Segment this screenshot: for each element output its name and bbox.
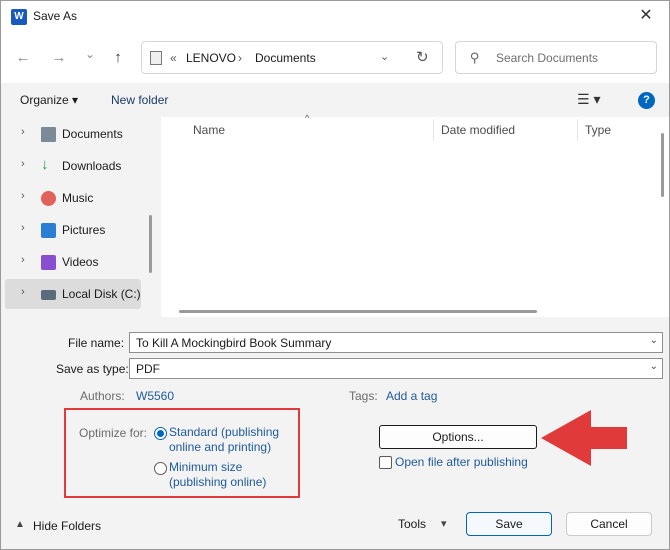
command-toolbar: Organize ▾ New folder ☰ ▾ ? <box>1 83 669 117</box>
save-as-dialog: W Save As ✕ ← → ⌄ ↑ « LENOVO › Documents… <box>0 0 670 550</box>
videos-icon <box>41 255 56 270</box>
file-name-input[interactable]: To Kill A Mockingbird Book Summary ⌄ <box>129 332 663 353</box>
sidebar-item-label: Videos <box>62 255 99 269</box>
help-icon[interactable]: ? <box>638 92 655 109</box>
options-button[interactable]: Options... <box>379 425 537 449</box>
navigation-bar: ← → ⌄ ↑ « LENOVO › Documents ⌄ ↻ ⚲ Searc… <box>1 33 669 83</box>
navigation-pane: › Documents › ↓ Downloads › Music › Pict… <box>1 117 159 317</box>
documents-icon <box>41 127 56 142</box>
view-options-icon[interactable]: ☰ ▾ <box>577 91 600 108</box>
authors-value[interactable]: W5560 <box>136 389 174 403</box>
save-button[interactable]: Save <box>466 512 552 536</box>
search-icon: ⚲ <box>470 50 480 65</box>
sidebar-item-label: Music <box>62 191 94 205</box>
new-folder-button[interactable]: New folder <box>111 93 168 107</box>
music-icon <box>41 191 56 206</box>
sidebar-item-label: Local Disk (C:) <box>62 287 141 301</box>
cancel-button[interactable]: Cancel <box>566 512 652 536</box>
file-list: ^ Name Date modified Type <box>161 113 669 317</box>
sidebar-item-label: Downloads <box>62 159 122 173</box>
address-dropdown-icon[interactable]: ⌄ <box>380 50 389 63</box>
column-divider[interactable] <box>433 119 434 141</box>
save-as-type-label: Save as type: <box>56 362 129 376</box>
folder-icon <box>150 51 162 65</box>
breadcrumb-item-documents[interactable]: Documents <box>255 51 316 65</box>
tools-dropdown-icon[interactable]: ▾ <box>441 517 447 530</box>
organize-button[interactable]: Organize ▾ <box>20 93 78 107</box>
expand-chevron-icon[interactable]: › <box>21 126 25 138</box>
refresh-icon[interactable]: ↻ <box>416 48 429 66</box>
close-button[interactable]: ✕ <box>623 1 669 33</box>
tags-label: Tags: <box>349 389 378 403</box>
sidebar-item-documents[interactable]: › Documents <box>5 119 141 149</box>
downloads-icon: ↓ <box>41 156 49 173</box>
sidebar-item-music[interactable]: › Music <box>5 183 141 213</box>
word-app-icon: W <box>11 9 27 25</box>
forward-arrow-icon[interactable]: → <box>47 47 71 69</box>
hide-folders-button[interactable]: Hide Folders <box>33 519 101 533</box>
sidebar-scrollbar[interactable] <box>149 215 152 273</box>
sidebar-item-pictures[interactable]: › Pictures <box>5 215 141 245</box>
file-name-value: To Kill A Mockingbird Book Summary <box>136 336 332 350</box>
open-after-publishing-checkbox[interactable] <box>379 456 392 469</box>
save-as-type-select[interactable]: PDF ⌄ <box>129 358 663 379</box>
sort-ascending-icon: ^ <box>305 113 310 123</box>
expand-chevron-icon[interactable]: › <box>21 190 25 202</box>
pictures-icon <box>41 223 56 238</box>
expand-chevron-icon[interactable]: › <box>21 254 25 266</box>
optimize-for-label: Optimize for: <box>79 426 148 440</box>
optimize-minimum-radio[interactable] <box>154 462 167 475</box>
column-header-date-modified[interactable]: Date modified <box>441 123 515 137</box>
window-title: Save As <box>33 9 78 23</box>
tools-button[interactable]: Tools <box>398 517 426 531</box>
chevron-down-icon[interactable]: ⌄ <box>650 361 658 372</box>
sidebar-item-label: Pictures <box>62 223 106 237</box>
expand-chevron-icon[interactable]: › <box>21 222 25 234</box>
column-header-name[interactable]: Name <box>193 123 225 137</box>
breadcrumb-separator: › <box>238 51 242 65</box>
open-after-publishing-label[interactable]: Open file after publishing <box>395 455 528 469</box>
file-list-vertical-scrollbar[interactable] <box>661 133 664 197</box>
title-bar: W Save As ✕ <box>1 1 669 33</box>
search-box[interactable]: ⚲ Search Documents <box>455 41 657 74</box>
sidebar-item-videos[interactable]: › Videos <box>5 247 141 277</box>
up-arrow-icon[interactable]: ↑ <box>106 47 130 69</box>
file-name-label: File name: <box>68 336 125 350</box>
add-tag-link[interactable]: Add a tag <box>386 389 437 403</box>
optimize-standard-label[interactable]: Standard (publishing online and printing… <box>169 425 289 455</box>
save-as-type-value: PDF <box>136 362 160 376</box>
disk-icon <box>41 290 56 300</box>
expand-chevron-icon[interactable]: › <box>21 286 25 298</box>
authors-label: Authors: <box>80 389 125 403</box>
optimize-standard-radio[interactable] <box>154 427 167 440</box>
sidebar-item-label: Documents <box>62 127 123 141</box>
optimize-minimum-label[interactable]: Minimum size (publishing online) <box>169 460 289 490</box>
breadcrumb-overflow[interactable]: « <box>170 51 177 65</box>
sidebar-item-downloads[interactable]: › ↓ Downloads <box>5 151 141 181</box>
column-divider[interactable] <box>577 119 578 141</box>
recent-locations-chevron-icon[interactable]: ⌄ <box>78 43 102 65</box>
back-arrow-icon[interactable]: ← <box>11 47 35 69</box>
chevron-down-icon[interactable]: ⌄ <box>650 335 658 346</box>
breadcrumb-item-lenovo[interactable]: LENOVO <box>186 51 236 65</box>
collapse-arrow-icon[interactable]: ▲ <box>15 519 25 530</box>
annotation-arrow-icon <box>541 410 627 466</box>
expand-chevron-icon[interactable]: › <box>21 158 25 170</box>
sidebar-item-local-disk[interactable]: › Local Disk (C:) <box>5 279 141 309</box>
column-header-type[interactable]: Type <box>585 123 611 137</box>
search-placeholder: Search Documents <box>496 51 599 65</box>
address-bar[interactable]: « LENOVO › Documents ⌄ ↻ <box>141 41 443 74</box>
file-list-horizontal-scrollbar[interactable] <box>179 310 537 313</box>
